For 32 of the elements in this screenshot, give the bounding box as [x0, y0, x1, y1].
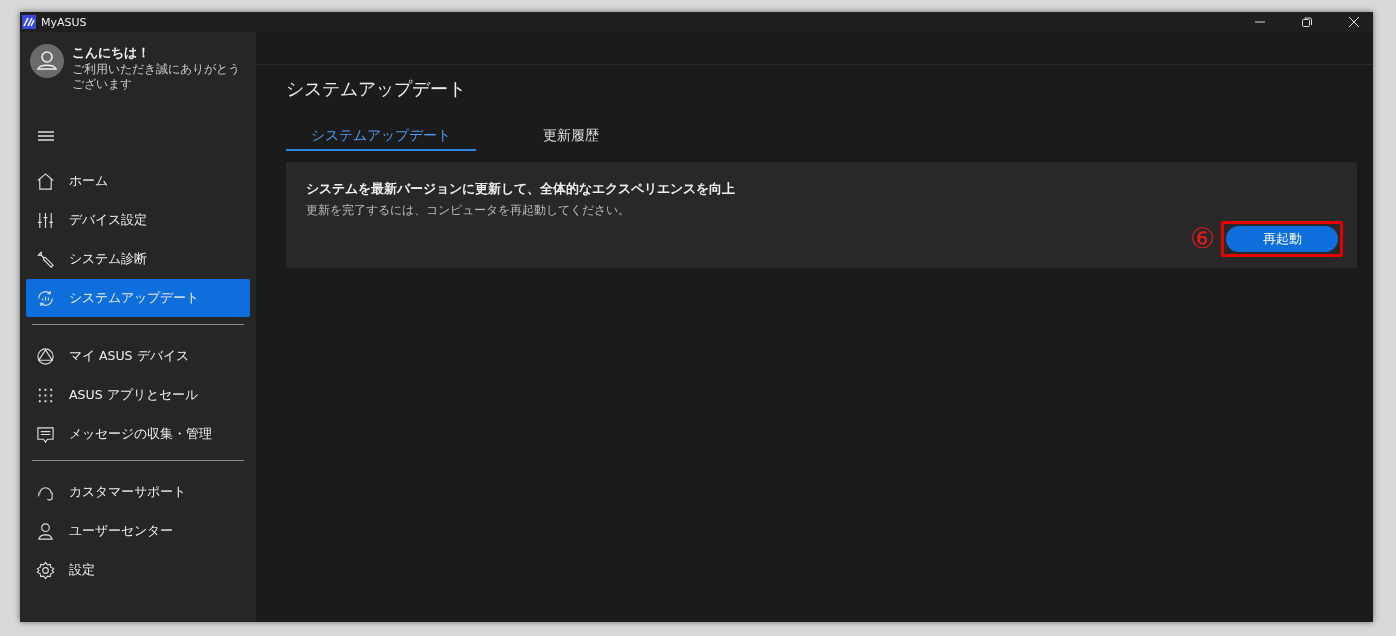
window-title: MyASUS	[41, 15, 87, 29]
close-icon[interactable]	[1349, 17, 1359, 27]
sidebar-item[interactable]: 設定	[26, 551, 250, 589]
restart-button[interactable]: 再起動	[1226, 226, 1338, 252]
user-icon	[36, 521, 55, 541]
update-icon	[36, 288, 55, 308]
tab[interactable]: システムアップデート	[286, 127, 476, 151]
sidebar-item[interactable]: システム診断	[26, 240, 250, 278]
restore-icon[interactable]	[1302, 17, 1312, 27]
sidebar-item[interactable]: カスタマーサポート	[26, 473, 250, 511]
avatar-icon[interactable]	[30, 44, 64, 78]
page-title: システムアップデート	[286, 77, 467, 101]
sidebar-item[interactable]: システムアップデート	[26, 279, 250, 317]
sidebar-item[interactable]: ユーザーセンター	[26, 512, 250, 550]
step-number: ⑥	[1189, 225, 1215, 253]
gear-icon	[36, 560, 55, 580]
home-icon	[36, 171, 55, 191]
message-icon	[36, 424, 55, 444]
sidebar-item[interactable]: マイ ASUS デバイス	[26, 337, 250, 375]
sliders-icon	[36, 210, 55, 230]
app-logo-icon	[22, 15, 36, 29]
menu-icon[interactable]	[38, 130, 54, 142]
wrench-icon	[36, 249, 55, 269]
tab[interactable]: 更新履歴	[476, 127, 666, 151]
sidebar-item[interactable]: ホーム	[26, 162, 250, 200]
sidebar-item[interactable]: ASUS アプリとセール	[26, 376, 250, 414]
card-heading: システムを最新バージョンに更新して、全体的なエクスペリエンスを向上	[306, 181, 736, 198]
greeting: こんにちは！	[72, 44, 151, 62]
welcome-message: ご利用いただき誠にありがとうございます	[72, 62, 241, 92]
card-note: 更新を完了するには、コンピュータを再起動してください。	[306, 202, 631, 219]
sidebar-item[interactable]: デバイス設定	[26, 201, 250, 239]
sidebar-item[interactable]: メッセージの収集・管理	[26, 415, 250, 453]
